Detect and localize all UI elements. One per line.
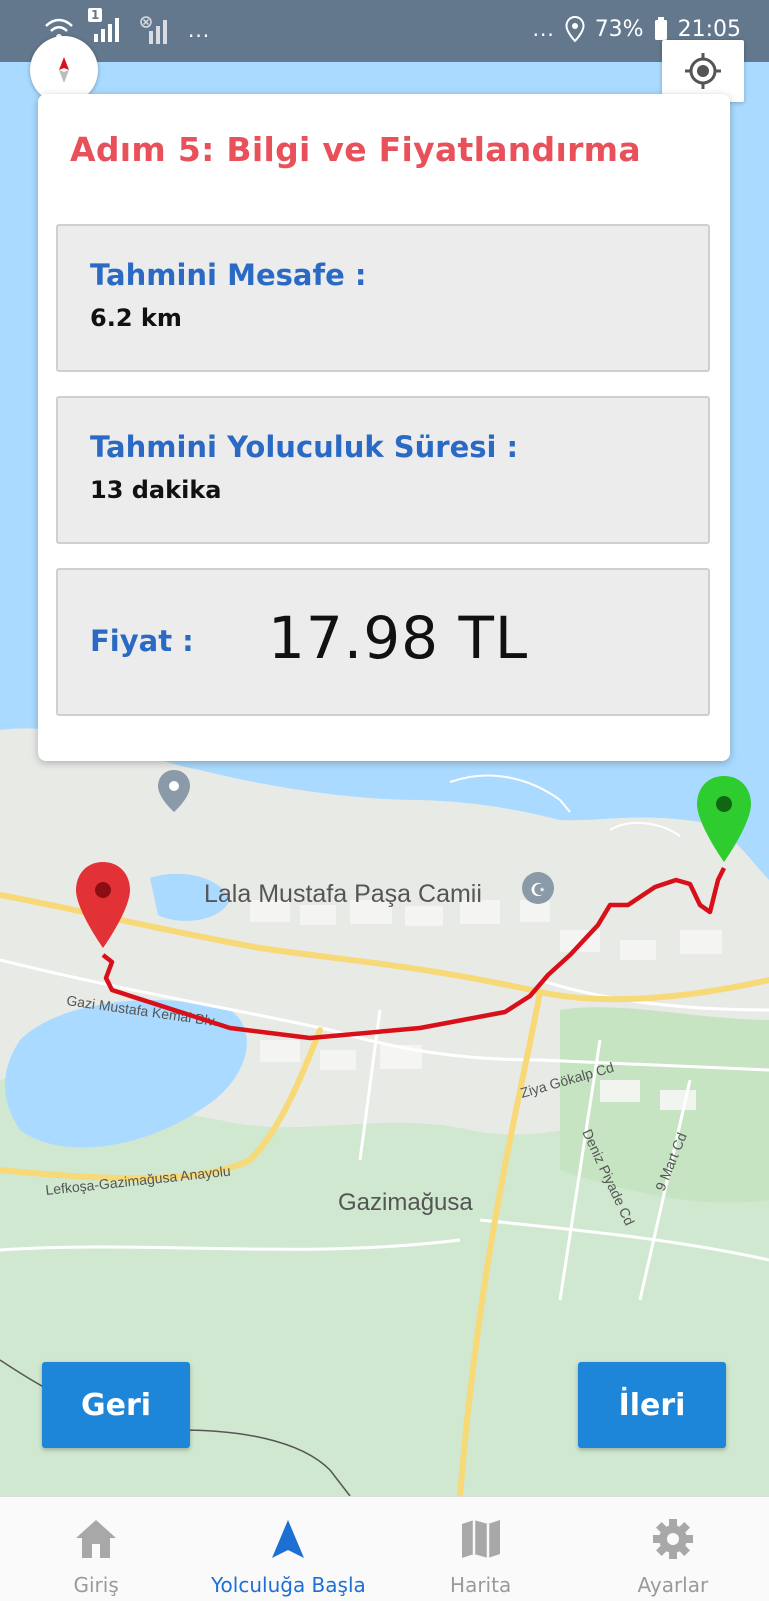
trip-info-card: Adım 5: Bilgi ve Fiyatlandırma Tahmini M… xyxy=(38,94,730,761)
compass-icon xyxy=(59,57,69,83)
status-overflow-right: ... xyxy=(532,17,555,41)
no-signal-icon xyxy=(140,16,167,44)
status-bar: 1 ... ... 73% 21:05 xyxy=(0,0,769,62)
battery-percent: 73% xyxy=(594,16,644,42)
map-label-mosque: Lala Mustafa Paşa Camii xyxy=(204,880,482,908)
status-overflow-left: ... xyxy=(188,18,211,42)
nav-item-start-trip[interactable]: Yolculuğa Başla xyxy=(192,1497,384,1601)
next-button[interactable]: İleri xyxy=(578,1362,726,1448)
signal-icon: 1 xyxy=(88,8,122,46)
price-label: Fiyat : xyxy=(90,624,194,658)
nav-item-home[interactable]: Giriş xyxy=(0,1497,192,1601)
map-label-city: Gazimağusa xyxy=(338,1189,473,1216)
distance-label: Tahmini Mesafe : xyxy=(90,258,367,292)
distance-box: Tahmini Mesafe : 6.2 km xyxy=(56,224,710,372)
sim-badge: 1 xyxy=(88,8,103,22)
nav-label-home: Giriş xyxy=(73,1573,119,1597)
nav-label-start-trip: Yolculuğa Başla xyxy=(210,1573,366,1597)
duration-label: Tahmini Yoluculuk Süresi : xyxy=(90,430,519,464)
bottom-navigation: Giriş Yolculuğa Başla Harita Ayarlar xyxy=(0,1496,769,1601)
duration-value: 13 dakika xyxy=(90,476,222,504)
nav-label-map: Harita xyxy=(450,1573,512,1597)
gear-icon xyxy=(652,1519,693,1559)
price-value: 17.98 TL xyxy=(268,604,529,672)
clock: 21:05 xyxy=(677,16,741,42)
map-icon xyxy=(461,1520,500,1558)
nav-label-settings: Ayarlar xyxy=(637,1573,709,1597)
distance-value: 6.2 km xyxy=(90,304,182,332)
card-title: Adım 5: Bilgi ve Fiyatlandırma xyxy=(70,130,641,169)
svg-text:☪: ☪ xyxy=(530,880,546,901)
price-box: Fiyat : 17.98 TL xyxy=(56,568,710,716)
back-button[interactable]: Geri xyxy=(42,1362,190,1448)
nav-item-map[interactable]: Harita xyxy=(385,1497,577,1601)
location-icon xyxy=(565,16,585,42)
crosshair-icon xyxy=(685,53,721,89)
home-icon xyxy=(76,1520,117,1558)
mosque-icon: ☪ xyxy=(522,872,554,904)
duration-box: Tahmini Yoluculuk Süresi : 13 dakika xyxy=(56,396,710,544)
battery-icon xyxy=(654,17,667,40)
my-location-button[interactable] xyxy=(662,40,744,102)
nav-item-settings[interactable]: Ayarlar xyxy=(577,1497,769,1601)
navigation-arrow-icon xyxy=(272,1520,305,1558)
